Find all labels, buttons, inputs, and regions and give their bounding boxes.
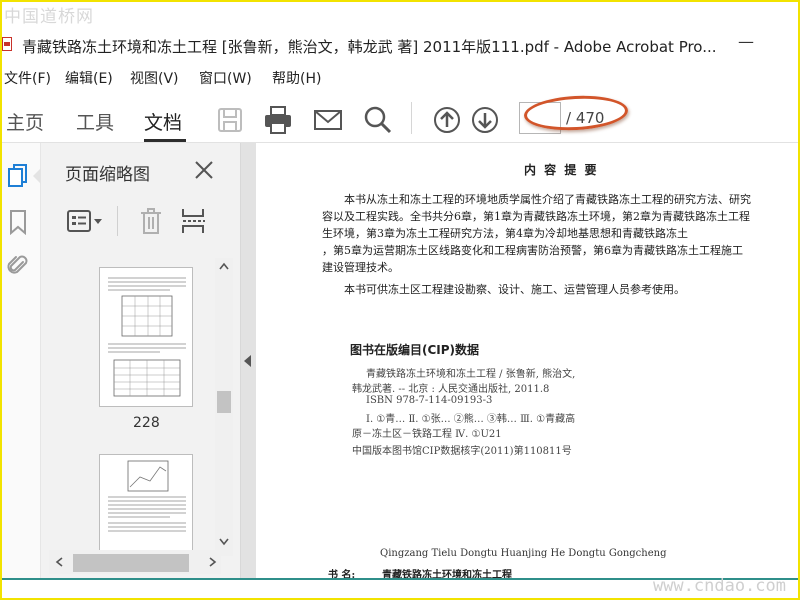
watermark-top: 中国道桥网 [4, 7, 94, 27]
tab-tools[interactable]: 工具 [76, 108, 114, 135]
attachment-icon[interactable] [6, 253, 30, 279]
doc-summary-line: 容以及工程实践。全书共分6章，第1章为青藏铁路冻土环境，第2章为青藏铁路冻土工程 [322, 210, 750, 223]
doc-summary-line: ，第5章为运营期冻土区线路变化和工程病害防治预警，第6章为青藏铁路冻土工程施工 [322, 244, 743, 257]
menu-edit[interactable]: 编辑(E) [65, 68, 113, 88]
cip-line: 中国版本图书馆CIP数据核字(2011)第110811号 [352, 446, 572, 457]
thumbnail-panel: 页面缩略图 228 [41, 143, 241, 578]
minimize-button[interactable]: — [736, 32, 756, 56]
tab-home[interactable]: 主页 [6, 108, 44, 135]
watermark-bottom: www.cndao.com [652, 576, 786, 596]
cip-line: 韩龙武著. -- 北京 : 人民交通出版社, 2011.8 [352, 384, 550, 395]
book-name: 青藏铁路冻土环境和冻土工程 [382, 570, 512, 578]
close-panel-icon[interactable] [191, 157, 217, 183]
window-title: 青藏铁路冻土环境和冻土工程 [张鲁新，熊治文，韩龙武 著] 2011年版111.… [22, 38, 717, 56]
pdf-icon [2, 37, 12, 51]
title-bar: 青藏铁路冻土环境和冻土工程 [张鲁新，熊治文，韩龙武 著] 2011年版111.… [0, 32, 800, 60]
menu-file[interactable]: 文件(F) [4, 68, 51, 88]
navigation-rail [0, 143, 41, 578]
page-down-icon[interactable] [469, 104, 501, 136]
thumbnail-vertical-scrollbar[interactable] [215, 258, 233, 556]
toolbar-separator [411, 102, 412, 134]
menu-help[interactable]: 帮助(H) [272, 68, 321, 88]
panel-splitter[interactable] [241, 143, 256, 578]
cip-line: Ⅰ. ①青… Ⅱ. ①张… ②熊… ③韩… Ⅲ. ①青藏高 [366, 414, 576, 425]
thumbnail-page-label: 228 [133, 415, 160, 431]
panel-title: 页面缩略图 [65, 165, 150, 185]
cip-line: 青藏铁路冻土环境和冻土工程 / 张鲁新, 熊治文, [366, 369, 576, 380]
menu-view[interactable]: 视图(V) [130, 68, 179, 88]
document-view[interactable]: 内 容 提 要 本书从冻土和冻土工程的环境地质学属性介绍了青藏铁路冻土工程的研究… [256, 143, 800, 578]
cip-title: 图书在版编目(CIP)数据 [350, 343, 480, 357]
thumbnail-options-icon[interactable] [67, 209, 107, 233]
email-icon[interactable] [312, 104, 344, 136]
page-thumbnail[interactable] [99, 454, 193, 553]
thumbnail-list: 228 [49, 258, 217, 553]
save-icon[interactable] [214, 104, 246, 136]
print-icon[interactable] [262, 104, 294, 136]
page-thumbnails-icon[interactable] [6, 163, 30, 189]
vertical-scroll-thumb[interactable] [217, 391, 231, 413]
delete-page-icon[interactable] [139, 207, 163, 235]
cip-line: ISBN 978-7-114-09193-3 [366, 395, 493, 406]
book-pinyin: Qingzang Tielu Dongtu Huanjing He Dongtu… [380, 548, 667, 559]
menu-window[interactable]: 窗口(W) [199, 68, 252, 88]
active-panel-pointer [33, 168, 41, 184]
doc-summary-line: 本书从冻土和冻土工程的环境地质学属性介绍了青藏铁路冻土工程的研究方法、研究 [344, 193, 751, 206]
panel-toolbar [41, 201, 240, 241]
cip-line: 原－冻土区－铁路工程 Ⅳ. ①U21 [352, 429, 502, 440]
page-thumbnail[interactable] [99, 267, 193, 407]
doc-summary-line: 建设管理技术。 [322, 261, 399, 274]
doc-summary-line: 本书可供冻土区工程建设勘察、设计、施工、运营管理人员参考使用。 [344, 283, 685, 296]
menu-bar: 文件(F) 编辑(E) 视图(V) 窗口(W) 帮助(H) [0, 64, 800, 90]
page-up-icon[interactable] [431, 104, 463, 136]
active-tab-indicator [144, 139, 186, 142]
book-name-label: 书 名: [328, 570, 356, 578]
search-icon[interactable] [362, 104, 394, 136]
bookmark-icon[interactable] [6, 209, 30, 236]
horizontal-scroll-thumb[interactable] [73, 554, 189, 572]
doc-summary-line: 生环境，第3章为冻土工程研究方法，第4章为冷却地基思想和青藏铁路冻土 [322, 227, 688, 240]
thumbnail-horizontal-scrollbar[interactable] [49, 550, 221, 574]
doc-heading: 内 容 提 要 [524, 163, 599, 177]
panel-toolbar-separator [117, 206, 118, 236]
tab-document[interactable]: 文档 [144, 108, 182, 135]
insert-page-icon[interactable] [181, 207, 207, 235]
toolbar: 主页 工具 文档 [0, 96, 800, 143]
collapse-panel-arrow-icon[interactable] [244, 355, 251, 367]
